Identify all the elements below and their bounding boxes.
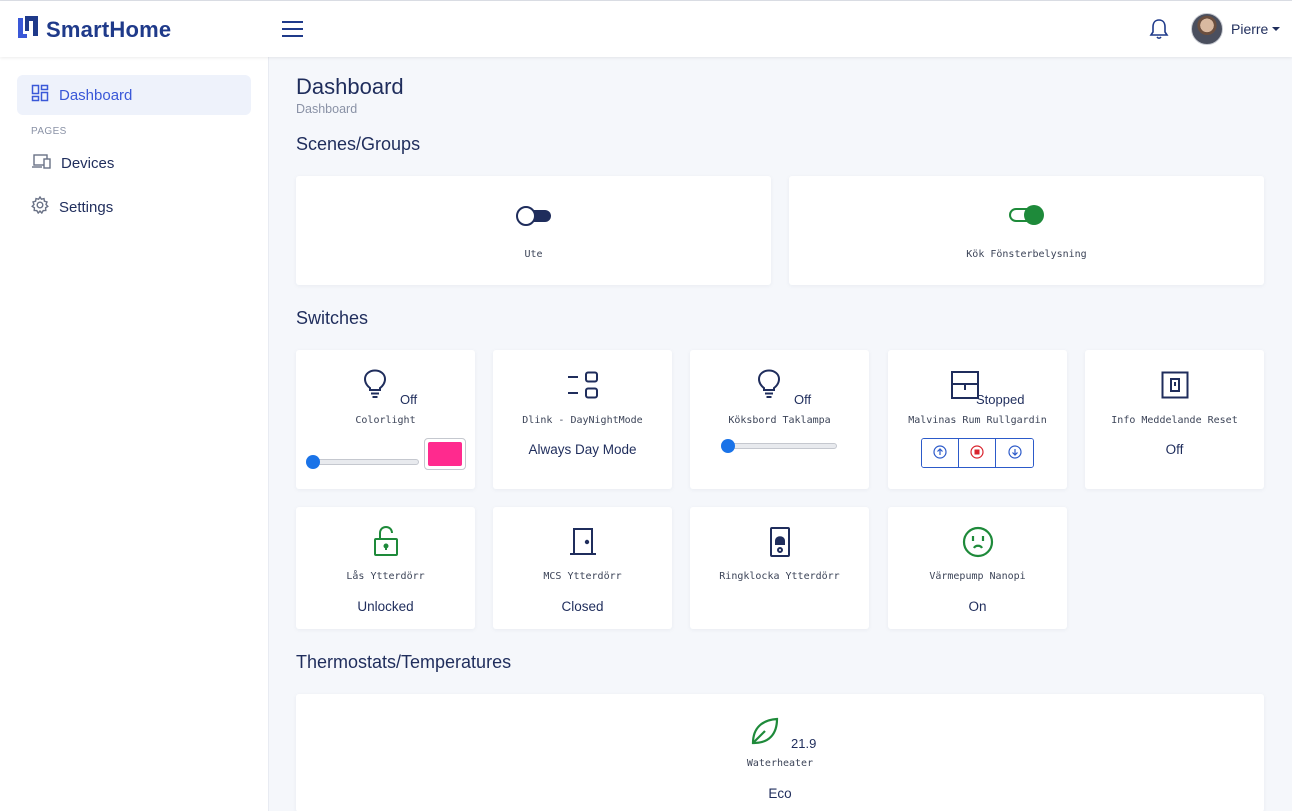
notifications-bell-icon[interactable] [1149, 18, 1169, 45]
switch-value: Closed [561, 599, 604, 614]
thermostat-name: Waterheater [746, 758, 814, 769]
switch-value: Always Day Mode [528, 442, 637, 457]
blinds-up-button[interactable] [922, 439, 959, 467]
lightbulb-icon[interactable] [757, 369, 781, 404]
switch-state: Off [400, 392, 418, 407]
switch-value: Unlocked [357, 599, 414, 614]
main-content: Dashboard Dashboard Scenes/Groups Ute Kö… [270, 57, 1292, 811]
top-bar: SmartHome Pierre [0, 1, 1292, 57]
blinds-icon[interactable] [950, 370, 980, 405]
avatar [1191, 13, 1223, 45]
dimmer-slider[interactable] [721, 439, 837, 453]
switch-name: Colorlight [355, 415, 416, 426]
sidebar-item-label: Dashboard [59, 86, 133, 104]
app-title: SmartHome [46, 16, 172, 42]
scene-name: Ute [524, 249, 543, 260]
leaf-icon[interactable] [750, 716, 780, 751]
section-title-switches: Switches [296, 308, 369, 328]
section-title-scenes: Scenes/Groups [296, 134, 421, 154]
smarthome-logo-icon [16, 15, 40, 44]
scene-card-ute[interactable]: Ute [296, 176, 771, 285]
sidebar-item-dashboard[interactable]: Dashboard [17, 75, 251, 115]
blinds-controls [921, 438, 1034, 468]
sidebar-item-label: Devices [61, 154, 115, 172]
user-name: Pierre [1231, 21, 1269, 37]
user-menu[interactable]: Pierre [1191, 13, 1281, 45]
page-title: Dashboard [296, 74, 404, 99]
switch-name: Ringklocka Ytterdörr [719, 571, 840, 582]
lock-open-icon[interactable] [373, 525, 399, 562]
switch-value: On [968, 599, 987, 614]
switch-state: Off [794, 392, 812, 407]
doorbell-icon[interactable] [769, 526, 791, 563]
sidebar: Dashboard PAGES Devices Settings [0, 57, 269, 811]
brand[interactable]: SmartHome [16, 15, 171, 44]
chevron-down-icon [1272, 27, 1281, 31]
temperature-value: 21.9 [791, 736, 817, 751]
slider-thumb[interactable] [721, 439, 735, 453]
switch-state: Stopped [976, 392, 1025, 407]
section-title-thermostats: Thermostats/Temperatures [296, 652, 512, 672]
breadcrumb[interactable]: Dashboard [296, 102, 357, 116]
switch-name: Malvinas Rum Rullgardin [908, 415, 1047, 426]
switch-card-info-reset[interactable]: Info Meddelande Reset Off [1085, 350, 1264, 489]
sidebar-item-devices[interactable]: Devices [17, 143, 251, 183]
switch-card-las[interactable]: Lås Ytterdörr Unlocked [296, 507, 475, 629]
sidebar-item-label: Settings [59, 198, 114, 216]
stop-circle-icon [970, 444, 984, 462]
toggle-off-icon[interactable] [515, 205, 553, 232]
arrow-down-circle-icon [1007, 444, 1022, 462]
switch-value: Off [1165, 442, 1184, 457]
switch-card-colorlight[interactable]: Off Colorlight [296, 350, 475, 489]
dashboard-icon [31, 84, 49, 106]
scene-name: Kök Fönsterbelysning [966, 249, 1087, 260]
lightbulb-icon[interactable] [363, 369, 387, 404]
switch-name: Dlink - DayNightMode [522, 415, 643, 426]
gear-icon [31, 195, 49, 218]
switch-name: Värmepump Nanopi [929, 571, 1026, 582]
devices-icon [31, 152, 51, 174]
switch-name: Info Meddelande Reset [1111, 415, 1238, 426]
blinds-stop-button[interactable] [959, 439, 996, 467]
hamburger-menu-icon[interactable] [282, 20, 303, 38]
switch-name: Lås Ytterdörr [346, 571, 425, 582]
color-picker[interactable] [424, 438, 466, 470]
door-icon[interactable] [569, 527, 597, 560]
scene-card-kok[interactable]: Kök Fönsterbelysning [789, 176, 1264, 285]
color-preview [428, 442, 462, 466]
toggle-on-icon[interactable] [1008, 203, 1046, 232]
thermostat-mode: Eco [768, 786, 792, 801]
switch-card-dlink[interactable]: Dlink - DayNightMode Always Day Mode [493, 350, 672, 489]
switch-card-rullgardin[interactable]: Stopped Malvinas Rum Rullgardin [888, 350, 1067, 489]
switch-name: MCS Ytterdörr [543, 571, 622, 582]
arrow-up-circle-icon [933, 444, 947, 462]
sidebar-item-settings[interactable]: Settings [17, 187, 251, 227]
sidebar-section-heading: PAGES [31, 126, 67, 137]
push-button-icon[interactable] [1161, 371, 1189, 404]
dimmer-slider[interactable] [306, 455, 419, 469]
slider-thumb[interactable] [306, 455, 320, 469]
switch-card-mcs[interactable]: MCS Ytterdörr Closed [493, 507, 672, 629]
blinds-down-button[interactable] [996, 439, 1033, 467]
selector-icon[interactable] [567, 371, 599, 404]
switch-card-koksbord[interactable]: Off Köksbord Taklampa [690, 350, 869, 489]
switch-card-ringklocka[interactable]: Ringklocka Ytterdörr [690, 507, 869, 629]
switch-name: Köksbord Taklampa [728, 415, 831, 426]
switch-card-varmepump[interactable]: Värmepump Nanopi On [888, 507, 1067, 629]
outlet-icon[interactable] [962, 526, 994, 563]
thermostat-card-waterheater[interactable]: 21.9 Waterheater Eco [296, 694, 1264, 811]
